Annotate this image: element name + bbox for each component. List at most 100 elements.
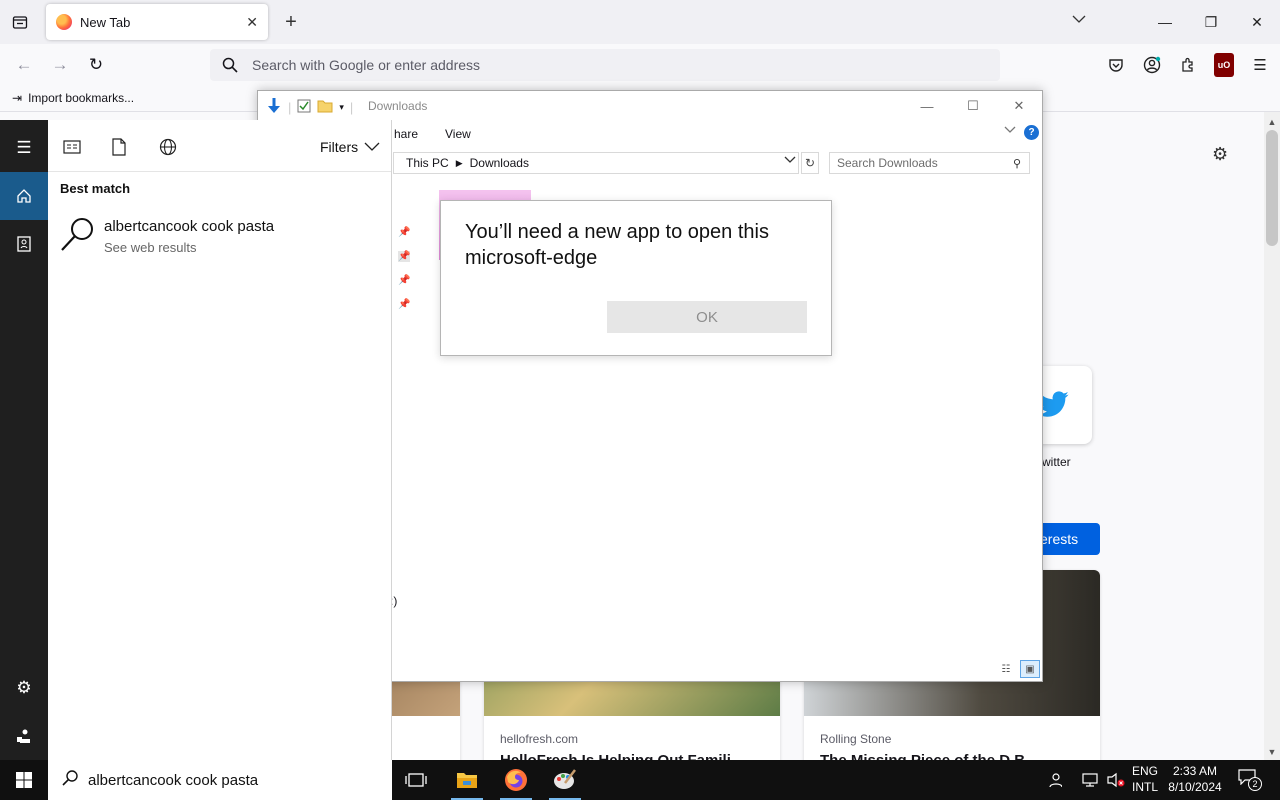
search-icon bbox=[222, 57, 238, 73]
large-icons-view-icon[interactable]: ▣ bbox=[1020, 660, 1040, 678]
keyboard-layout: INTL bbox=[1131, 780, 1158, 794]
explorer-title: Downloads bbox=[368, 99, 428, 113]
close-tab-icon[interactable]: ✕ bbox=[246, 14, 258, 31]
explorer-search-box[interactable]: Search Downloads ⚲ bbox=[829, 152, 1030, 174]
result-title: albertcancook cook pasta bbox=[104, 218, 275, 235]
browser-navbar: ← → ↻ uO ☰ bbox=[0, 44, 1280, 86]
help-icon[interactable]: ? bbox=[1024, 125, 1039, 140]
close-window-icon[interactable]: ✕ bbox=[996, 91, 1042, 121]
minimize-icon[interactable]: — bbox=[904, 91, 950, 121]
windows-logo-icon bbox=[16, 772, 32, 788]
details-view-icon[interactable]: ☷ bbox=[996, 660, 1016, 678]
ribbon-tab-share[interactable]: hare bbox=[394, 127, 418, 141]
account-icon[interactable] bbox=[1142, 53, 1162, 77]
scroll-down-icon[interactable]: ▼ bbox=[1264, 744, 1280, 760]
home-icon[interactable] bbox=[0, 172, 48, 220]
close-window-icon[interactable]: ✕ bbox=[1234, 0, 1280, 44]
menu-icon[interactable]: ☰ bbox=[1250, 53, 1270, 77]
pin-icon: 📌 bbox=[398, 251, 411, 262]
ublock-origin-icon[interactable]: uO bbox=[1214, 53, 1234, 77]
volume-muted-icon[interactable] bbox=[1106, 760, 1126, 800]
address-bar[interactable]: This PC ▶ Downloads bbox=[393, 152, 799, 174]
pocket-icon[interactable] bbox=[1106, 53, 1126, 77]
back-arrow-icon[interactable]: ← bbox=[12, 53, 36, 77]
feedback-icon[interactable] bbox=[0, 712, 48, 760]
expand-ribbon-chevron-icon[interactable] bbox=[1004, 125, 1016, 137]
result-subtitle: See web results bbox=[104, 240, 197, 255]
taskbar-search-box[interactable] bbox=[48, 760, 392, 800]
notebook-icon[interactable] bbox=[0, 220, 48, 268]
pin-icon: 📌 bbox=[398, 275, 411, 286]
ok-button[interactable]: OK bbox=[607, 301, 807, 333]
file-explorer-taskbar-icon[interactable] bbox=[445, 760, 489, 800]
settings-gear-icon[interactable]: ⚙ bbox=[0, 664, 48, 712]
story-source: hellofresh.com bbox=[500, 732, 579, 746]
maximize-icon[interactable]: ☐ bbox=[950, 91, 996, 121]
start-menu-rail: ☰ ⚙ bbox=[0, 120, 48, 760]
new-tab-button[interactable]: + bbox=[280, 10, 302, 34]
import-bookmarks-link[interactable]: ⇥ Import bookmarks... bbox=[12, 91, 134, 105]
search-scope-tabs: Filters bbox=[48, 120, 391, 172]
url-bar[interactable] bbox=[210, 49, 1000, 81]
tab-new-tab[interactable]: New Tab ✕ bbox=[46, 4, 268, 40]
taskbar-clock[interactable]: 2:33 AM 8/10/2024 bbox=[1164, 763, 1226, 795]
clock-date: 8/10/2024 bbox=[1168, 780, 1222, 794]
windows-search-panel: Filters Best match albertcancook cook pa… bbox=[48, 120, 392, 760]
import-bookmarks-label: Import bookmarks... bbox=[28, 91, 135, 105]
restore-icon[interactable]: ❐ bbox=[1188, 0, 1234, 44]
windows-taskbar: ENG INTL 2:33 AM 8/10/2024 2 bbox=[0, 760, 1280, 800]
browser-window-controls: — ❐ ✕ bbox=[1142, 0, 1280, 44]
input-language-indicator[interactable]: ENG INTL bbox=[1130, 763, 1160, 795]
breadcrumb-downloads[interactable]: Downloads bbox=[470, 156, 529, 170]
ribbon-tab-view[interactable]: View bbox=[445, 127, 471, 141]
interests-label: erests bbox=[1040, 531, 1079, 547]
task-view-icon[interactable] bbox=[394, 760, 438, 800]
view-toggle: ☷ ▣ bbox=[996, 660, 1040, 678]
apps-scope-icon[interactable] bbox=[60, 136, 84, 158]
clock-time: 2:33 AM bbox=[1172, 764, 1218, 778]
url-input[interactable] bbox=[252, 57, 852, 73]
scroll-up-icon[interactable]: ▲ bbox=[1264, 114, 1280, 130]
tab-title: New Tab bbox=[80, 14, 131, 30]
address-history-chevron-icon[interactable] bbox=[784, 156, 796, 167]
hamburger-menu-icon[interactable]: ☰ bbox=[0, 124, 48, 172]
web-search-result[interactable]: albertcancook cook pasta See web results bbox=[48, 212, 392, 262]
taskbar-search-input[interactable] bbox=[88, 771, 368, 789]
list-all-tabs-icon[interactable] bbox=[1072, 12, 1086, 27]
properties-checkbox-icon[interactable] bbox=[297, 99, 311, 116]
browser-tabbar: New Tab ✕ + — ❐ ✕ bbox=[0, 0, 1280, 44]
top-site-label: witter bbox=[1042, 455, 1071, 469]
import-icon: ⇥ bbox=[12, 91, 23, 105]
documents-scope-icon[interactable] bbox=[107, 136, 131, 158]
breadcrumb-separator-icon[interactable]: ▶ bbox=[456, 158, 463, 169]
dialog-message: You’ll need a new app to open this micro… bbox=[465, 221, 769, 269]
reload-icon[interactable]: ↻ bbox=[84, 53, 108, 77]
refresh-icon[interactable]: ↻ bbox=[801, 152, 819, 174]
breadcrumb-this-pc[interactable]: This PC bbox=[406, 156, 449, 170]
paint-taskbar-icon[interactable] bbox=[543, 760, 587, 800]
firefox-taskbar-icon[interactable] bbox=[494, 760, 538, 800]
download-arrow-icon bbox=[266, 97, 282, 118]
explorer-titlebar[interactable]: | ▾ | Downloads — ☐ ✕ bbox=[258, 91, 1042, 121]
filters-label: Filters bbox=[320, 139, 359, 155]
toolbar-icons: uO ☰ bbox=[1106, 53, 1270, 77]
action-center-button[interactable]: 2 bbox=[1238, 769, 1262, 791]
customize-toolbar-chevron-icon[interactable]: ▾ bbox=[339, 102, 344, 113]
open-with-dialog: You’ll need a new app to open this micro… bbox=[440, 200, 832, 356]
network-icon[interactable] bbox=[1082, 760, 1100, 800]
minimize-icon[interactable]: — bbox=[1142, 0, 1188, 44]
web-scope-globe-icon[interactable] bbox=[156, 136, 180, 158]
customize-gear-icon[interactable]: ⚙ bbox=[1212, 144, 1228, 165]
language-code: ENG bbox=[1131, 764, 1158, 778]
start-button[interactable] bbox=[0, 760, 48, 800]
firefox-view-icon[interactable] bbox=[8, 10, 32, 34]
pin-icon: 📌 bbox=[398, 299, 411, 310]
notification-count-badge: 2 bbox=[1248, 777, 1262, 791]
new-folder-icon[interactable] bbox=[317, 99, 333, 116]
scrollbar-thumb[interactable] bbox=[1266, 130, 1278, 246]
magnifier-icon bbox=[61, 218, 93, 251]
filters-dropdown[interactable]: Filters bbox=[320, 139, 380, 155]
extensions-icon[interactable] bbox=[1178, 53, 1198, 77]
forward-arrow-icon[interactable]: → bbox=[48, 53, 72, 77]
people-icon[interactable] bbox=[1046, 760, 1062, 800]
